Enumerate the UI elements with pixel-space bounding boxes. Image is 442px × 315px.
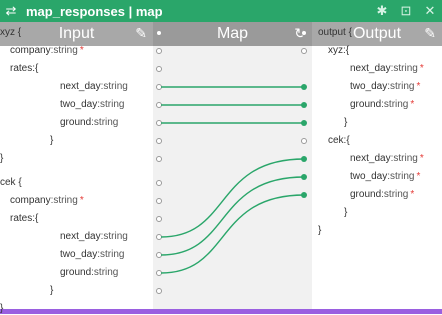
output-field-type: :string — [381, 189, 409, 200]
input-field-name: } — [0, 153, 4, 164]
input-column-header: Input ✎ — [0, 22, 153, 46]
input-field-name: } — [0, 303, 4, 314]
input-field-name: rates:{ — [10, 213, 39, 224]
input-field-name: two_day — [60, 99, 98, 110]
output-row: next_day:string * — [350, 153, 424, 165]
output-field-type: :string — [381, 99, 409, 110]
edit-input-icon[interactable]: ✎ — [135, 25, 147, 42]
input-field-name: ground — [60, 267, 92, 278]
input-row: } — [50, 135, 53, 147]
edit-output-icon[interactable]: ✎ — [424, 25, 436, 42]
output-field-name: ground — [350, 189, 382, 200]
refresh-icon[interactable]: ↻ — [294, 25, 306, 42]
input-field-type: :string — [97, 99, 125, 110]
output-field-name: } — [318, 225, 322, 236]
input-field-name: xyz { — [0, 27, 22, 38]
input-row: next_day:string — [60, 81, 128, 93]
input-row: company:string * — [10, 45, 84, 57]
input-field-type: :string — [100, 231, 128, 242]
title-bar: ⇄ map_responses | map ✱ ⊡ ✕ — [0, 0, 442, 22]
input-field-name: } — [50, 135, 54, 146]
required-marker: * — [79, 195, 84, 206]
input-field-name: rates:{ — [10, 63, 39, 74]
output-field-name: two_day — [350, 171, 388, 182]
input-row: xyz { — [0, 27, 21, 39]
input-header-label: Input — [58, 25, 95, 42]
output-field-type: :string — [387, 171, 415, 182]
input-field-type: :string — [97, 249, 125, 260]
required-marker: * — [410, 189, 415, 200]
required-marker: * — [416, 81, 421, 92]
output-field-type: :string — [390, 153, 418, 164]
input-row: two_day:string — [60, 99, 124, 111]
output-field-name: output { — [318, 27, 352, 38]
input-row: rates:{ — [10, 63, 38, 75]
output-row: next_day:string * — [350, 63, 424, 75]
input-row: } — [0, 303, 3, 315]
output-row: } — [344, 207, 347, 219]
input-field-name: two_day — [60, 249, 98, 260]
map-area — [153, 46, 312, 309]
output-field-name: } — [344, 117, 348, 128]
map-header-label: Map — [216, 25, 249, 42]
output-row: two_day:string * — [350, 171, 420, 183]
output-row: } — [344, 117, 347, 129]
input-row: } — [0, 153, 3, 165]
output-row: two_day:string * — [350, 81, 420, 93]
output-field-type: :string — [387, 81, 415, 92]
required-marker: * — [416, 171, 421, 182]
input-row: next_day:string — [60, 231, 128, 243]
input-row: } — [50, 285, 53, 297]
output-row: xyz:{ — [328, 45, 349, 57]
output-field-name: cek:{ — [328, 135, 350, 146]
input-field-name: company — [10, 45, 51, 56]
map-column-header: Map ↻ — [153, 22, 312, 46]
output-field-name: ground — [350, 99, 382, 110]
output-row: output { — [318, 27, 352, 39]
output-row: ground:string * — [350, 189, 414, 201]
input-row: two_day:string — [60, 249, 124, 261]
output-row: } — [318, 225, 321, 237]
output-header-label: Output — [352, 25, 402, 42]
output-row: ground:string * — [350, 99, 414, 111]
required-marker: * — [419, 63, 424, 74]
input-row: company:string * — [10, 195, 84, 207]
output-field-name: next_day — [350, 153, 391, 164]
input-field-name: ground — [60, 117, 92, 128]
output-field-name: two_day — [350, 81, 388, 92]
input-field-name: company — [10, 195, 51, 206]
close-icon[interactable]: ✕ — [418, 3, 442, 19]
bottom-bar — [0, 309, 442, 314]
input-field-name: next_day — [60, 231, 101, 242]
pin-icon[interactable]: ✱ — [370, 3, 394, 19]
input-field-name: } — [50, 285, 54, 296]
input-field-type: :string — [50, 195, 78, 206]
input-row: ground:string — [60, 117, 118, 129]
output-field-name: xyz:{ — [328, 45, 350, 56]
input-field-type: :string — [91, 117, 119, 128]
output-row: cek:{ — [328, 135, 350, 147]
input-field-type: :string — [50, 45, 78, 56]
window-actions: ✱ ⊡ ✕ — [370, 0, 442, 22]
input-row: ground:string — [60, 267, 118, 279]
required-marker: * — [79, 45, 84, 56]
input-field-name: next_day — [60, 81, 101, 92]
input-row: cek { — [0, 177, 22, 189]
output-field-name: } — [344, 207, 348, 218]
input-field-type: :string — [91, 267, 119, 278]
swap-icon[interactable]: ⇄ — [0, 3, 22, 19]
input-field-type: :string — [100, 81, 128, 92]
output-field-name: next_day — [350, 63, 391, 74]
input-field-name: cek { — [0, 177, 22, 188]
input-row: rates:{ — [10, 213, 38, 225]
required-marker: * — [410, 99, 415, 110]
output-field-type: :string — [390, 63, 418, 74]
window-title: map_responses | map — [26, 3, 163, 19]
expand-icon[interactable]: ⊡ — [394, 3, 418, 19]
required-marker: * — [419, 153, 424, 164]
